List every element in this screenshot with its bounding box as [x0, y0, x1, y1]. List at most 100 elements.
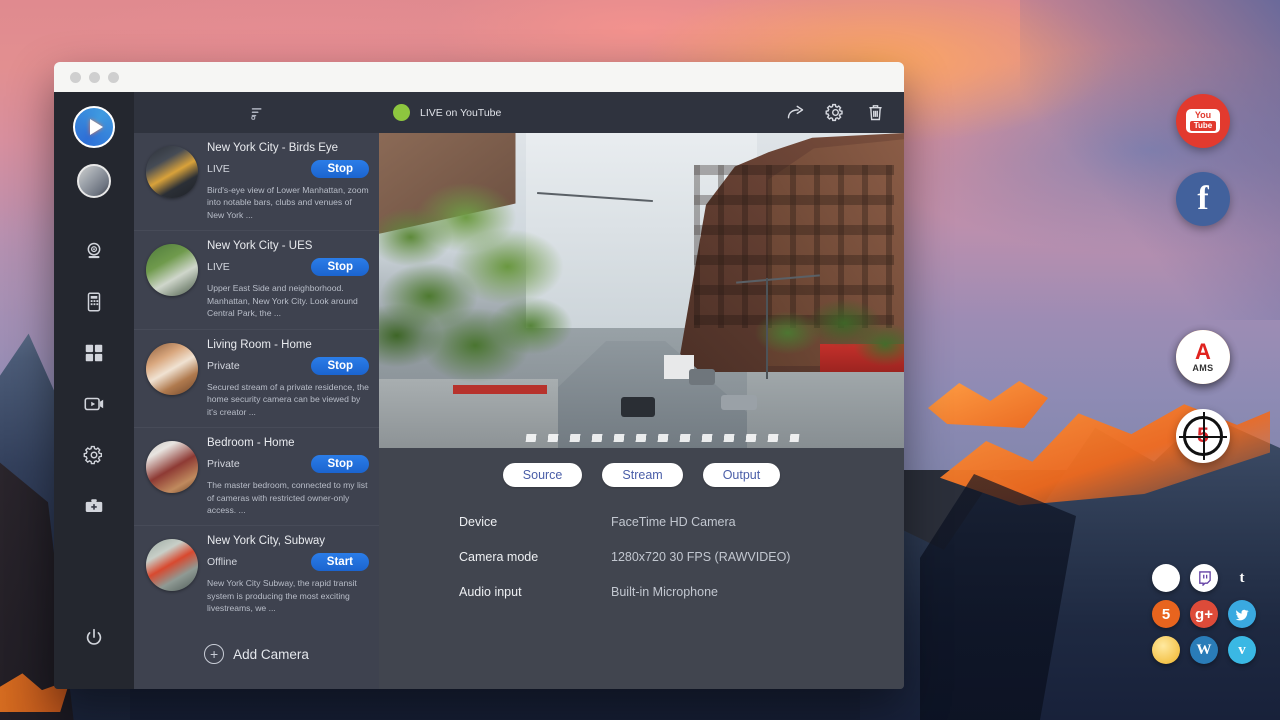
- play-triangle-icon: [90, 119, 103, 135]
- add-camera-button[interactable]: + Add Camera: [134, 619, 379, 689]
- settings-button[interactable]: [820, 102, 850, 123]
- camera-list-item[interactable]: Living Room - Home Private Stop Secured …: [134, 330, 379, 428]
- camera-info: Bedroom - Home Private Stop The master b…: [207, 437, 369, 516]
- camera-action-button[interactable]: Stop: [311, 160, 369, 178]
- camera-list-item[interactable]: New York City - Birds Eye LIVE Stop Bird…: [134, 133, 379, 231]
- main-topbar: LIVE on YouTube: [379, 92, 904, 133]
- sidebar-item-tools[interactable]: [72, 481, 116, 531]
- camera-action-button[interactable]: Stop: [311, 258, 369, 276]
- info-row-audio-input: Audio input Built-in Microphone: [459, 585, 904, 599]
- sidebar-item-devices[interactable]: [72, 277, 116, 327]
- video-car-parked: [721, 395, 757, 410]
- camera-description: Upper East Side and neighborhood. Manhat…: [207, 282, 369, 319]
- sidebar-item-power[interactable]: [72, 613, 116, 663]
- dock-tumblr-icon[interactable]: t: [1228, 564, 1256, 592]
- camera-list-column: New York City - Birds Eye LIVE Stop Bird…: [134, 92, 379, 689]
- gear-icon: [825, 102, 846, 123]
- camera-list[interactable]: New York City - Birds Eye LIVE Stop Bird…: [134, 133, 379, 619]
- camera-status: Private: [207, 458, 240, 470]
- dock-twitch-icon[interactable]: [1190, 564, 1218, 592]
- window-minimize-button[interactable]: [89, 72, 100, 83]
- delete-button[interactable]: [860, 102, 890, 123]
- camera-action-button[interactable]: Stop: [311, 455, 369, 473]
- live-status-dot: [393, 104, 410, 121]
- camera-description: The master bedroom, connected to my list…: [207, 479, 369, 516]
- camera-list-header: [134, 92, 379, 133]
- twitter-bird-glyph: [1235, 607, 1250, 622]
- dock-vimeo-icon[interactable]: v: [1228, 636, 1256, 664]
- info-value[interactable]: FaceTime HD Camera: [611, 515, 736, 529]
- window-titlebar: [54, 62, 904, 92]
- settings-tabs: Source Stream Output: [379, 448, 904, 487]
- camera-status-row: Private Stop: [207, 455, 369, 473]
- dock-grid-row: W v: [1152, 636, 1262, 664]
- plus-icon: +: [204, 644, 224, 664]
- tab-output[interactable]: Output: [703, 463, 781, 487]
- camera-info: New York City - Birds Eye LIVE Stop Bird…: [207, 142, 369, 221]
- media-kit-icon: [83, 495, 105, 517]
- camera-title: Bedroom - Home: [207, 437, 369, 449]
- info-label: Device: [459, 515, 611, 529]
- window-close-button[interactable]: [70, 72, 81, 83]
- dock-adobe-ams-icon[interactable]: A AMS: [1176, 330, 1230, 384]
- camera-list-item[interactable]: Bedroom - Home Private Stop The master b…: [134, 428, 379, 526]
- camera-status: Offline: [207, 556, 237, 568]
- sort-filter-icon[interactable]: [248, 104, 266, 122]
- youtube-logo: You Tube: [1186, 109, 1220, 133]
- dock-wordpress-icon[interactable]: W: [1190, 636, 1218, 664]
- camera-action-button[interactable]: Start: [311, 553, 369, 571]
- live-status-label: LIVE on YouTube: [420, 107, 501, 119]
- window-maximize-button[interactable]: [108, 72, 119, 83]
- camera-thumbnail: [146, 441, 198, 493]
- sidebar-item-dashboard[interactable]: [72, 328, 116, 378]
- desktop-dock-grid: G t 5 g+ W v: [1152, 564, 1262, 672]
- camera-thumbnail: [146, 146, 198, 198]
- info-value[interactable]: 1280x720 30 FPS (RAWVIDEO): [611, 550, 790, 564]
- sky-blue-region: [1020, 0, 1280, 320]
- gear-icon: [83, 444, 105, 466]
- video-preview[interactable]: [379, 133, 904, 448]
- dock-sun-icon[interactable]: [1152, 636, 1180, 664]
- app-logo-icon[interactable]: [73, 106, 115, 148]
- dock-five-small-icon[interactable]: 5: [1152, 600, 1180, 628]
- dock-twitter-icon[interactable]: [1228, 600, 1256, 628]
- video-player-icon: [83, 393, 105, 415]
- webcam-icon: [83, 240, 105, 262]
- sidebar-item-settings[interactable]: [72, 430, 116, 480]
- info-label: Audio input: [459, 585, 611, 599]
- tab-source[interactable]: Source: [503, 463, 583, 487]
- main-column: LIVE on YouTube: [379, 92, 904, 689]
- dock-grooveshark-icon[interactable]: G: [1152, 564, 1180, 592]
- add-camera-label: Add Camera: [233, 647, 309, 662]
- dock-youtube-icon[interactable]: You Tube: [1176, 94, 1230, 148]
- tablet-icon: [83, 291, 105, 313]
- dock-facebook-icon[interactable]: f: [1176, 172, 1230, 226]
- video-traffic-pole: [766, 278, 768, 379]
- dock-five-icon[interactable]: 5: [1176, 409, 1230, 463]
- camera-description: Secured stream of a private residence, t…: [207, 381, 369, 418]
- mountain-alpenglow-peak: [928, 378, 1048, 428]
- camera-title: New York City, Subway: [207, 535, 369, 547]
- camera-status: Private: [207, 360, 240, 372]
- share-button[interactable]: [780, 102, 810, 123]
- camera-list-item[interactable]: New York City, Subway Offline Start New …: [134, 526, 379, 619]
- info-value[interactable]: Built-in Microphone: [611, 585, 718, 599]
- camera-list-item[interactable]: New York City - UES LIVE Stop Upper East…: [134, 231, 379, 329]
- user-avatar[interactable]: [77, 164, 111, 198]
- sidebar: [54, 92, 134, 689]
- sidebar-item-player[interactable]: [72, 379, 116, 429]
- sidebar-item-cameras[interactable]: [72, 226, 116, 276]
- video-crosswalk: [526, 434, 800, 442]
- dock-google-plus-icon[interactable]: g+: [1190, 600, 1218, 628]
- power-icon: [83, 627, 105, 649]
- dock-grid-row: 5 g+: [1152, 600, 1262, 628]
- dock-grid-row: G t: [1152, 564, 1262, 592]
- info-row-camera-mode: Camera mode 1280x720 30 FPS (RAWVIDEO): [459, 550, 904, 564]
- camera-action-button[interactable]: Stop: [311, 357, 369, 375]
- video-trees-left: [379, 183, 600, 429]
- five-crosshair-glyph: 5: [1183, 416, 1223, 456]
- tab-stream[interactable]: Stream: [602, 463, 682, 487]
- video-car-main: [621, 397, 655, 417]
- video-car-far: [689, 369, 715, 385]
- camera-status-row: LIVE Stop: [207, 258, 369, 276]
